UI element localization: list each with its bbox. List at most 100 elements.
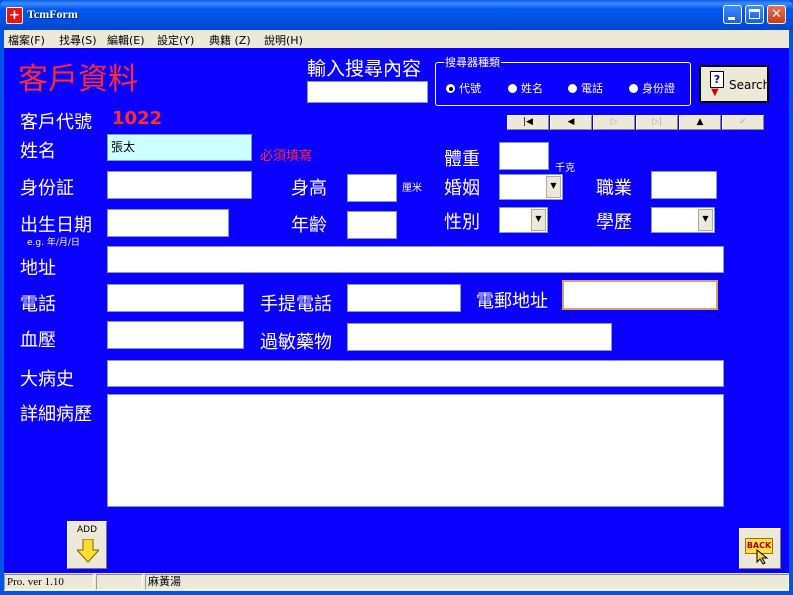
add-label: ADD [76,525,98,535]
nav-prev-button[interactable]: ◀ [550,115,592,130]
required-note: 必須填寫 [260,149,313,164]
radio-label: 代號 [459,82,481,95]
radio-dot-selected [446,84,455,93]
menu-help[interactable]: 說明(H) [264,32,303,48]
radio-dot [629,84,638,93]
email-input[interactable] [562,280,718,310]
blood-pressure-input[interactable] [107,321,244,349]
radio-dot [508,84,517,93]
address-label: 地址 [20,258,56,279]
radio-search-phone[interactable]: 電話 [568,80,603,96]
search-input[interactable] [307,81,428,103]
minimize-icon [728,17,735,20]
minimize-button[interactable] [723,5,742,24]
maximize-icon [749,9,760,19]
sex-select[interactable]: ▼ [499,207,548,233]
close-icon: ✕ [771,7,782,22]
page-title: 客戶資料 [18,62,138,97]
address-input[interactable] [107,246,724,273]
blood-pressure-label: 血壓 [20,330,56,351]
title-bar[interactable]: + TcmForm ✕ [0,0,793,30]
customer-id-value: 1022 [112,108,163,129]
age-input[interactable] [347,211,397,239]
menu-settings[interactable]: 設定(Y) [157,32,194,48]
phone-input[interactable] [107,284,244,312]
help-search-icon: ? [710,71,724,88]
dropdown-arrow-icon: ▼ [698,209,713,231]
history-label: 詳細病歷 [20,404,92,425]
name-input[interactable]: 張太 [107,134,252,161]
nav-first-button[interactable]: |◀ [507,115,549,130]
radio-label: 姓名 [521,82,543,95]
allergy-input[interactable] [347,323,612,351]
name-label: 姓名 [20,141,56,162]
nav-up-button[interactable]: ▲ [679,115,721,130]
back-button[interactable]: BACK [739,528,781,569]
search-button-label: Search [729,78,771,92]
close-button[interactable]: ✕ [767,5,786,24]
menu-file[interactable]: 檔案(F) [8,32,45,48]
status-user: 麻黃湯 [145,574,789,590]
dropdown-arrow-icon: ▼ [546,176,561,198]
arrow-down-icon [77,539,99,563]
status-middle [96,574,143,590]
radio-search-name[interactable]: 姓名 [508,80,543,96]
menu-search[interactable]: 找尋(S) [59,32,97,48]
dropdown-arrow-icon: ▼ [531,209,546,231]
phone-label: 電話 [20,294,56,315]
menu-classics[interactable]: 典籍 (Z) [209,32,251,48]
menu-edit[interactable]: 編輯(E) [107,32,145,48]
birth-hint: e.g. 年/月/日 [27,238,80,248]
nav-next-button[interactable]: ▷ [593,115,635,130]
search-button[interactable]: ? ▼ Search [699,65,771,103]
allergy-label: 過敏藥物 [260,332,332,353]
height-label: 身高 [291,178,327,199]
nav-last-button[interactable]: ▷| [636,115,678,130]
window-title: TcmForm [27,7,78,21]
marital-label: 婚姻 [444,178,480,199]
radio-search-idcard[interactable]: 身份證 [629,80,675,96]
app-icon: + [6,7,23,24]
weight-unit: 千克 [555,163,575,174]
nav-confirm-button[interactable]: ✓ [722,115,764,130]
height-unit: 厘米 [402,183,422,194]
search-type-title: 搜尋器種類 [444,54,501,70]
history-textarea[interactable] [107,394,724,507]
id-card-label: 身份証 [20,178,74,199]
status-bar: Pro. ver 1.10 麻黃湯 [4,573,789,591]
radio-search-id[interactable]: 代號 [446,80,481,96]
age-label: 年齡 [291,215,327,236]
window-frame-right [789,30,793,595]
marital-select[interactable]: ▼ [499,174,563,200]
major-illness-input[interactable] [107,360,724,387]
birth-label: 出生日期 [20,215,92,236]
search-label: 輸入搜尋內容 [307,58,422,80]
weight-label: 體重 [444,149,480,170]
app-window: + TcmForm ✕ 檔案(F) 找尋(S) 編輯(E) 設定(Y) 典籍 (… [0,0,793,595]
sex-label: 性別 [444,212,480,233]
mobile-label: 手提電話 [260,294,332,315]
radio-label: 身份證 [642,82,675,95]
search-type-group: 搜尋器種類 代號 姓名 電話 身份證 [435,54,691,106]
occupation-input[interactable] [651,171,717,199]
menu-bar: 檔案(F) 找尋(S) 編輯(E) 設定(Y) 典籍 (Z) 說明(H) [4,30,789,48]
education-label: 學歷 [596,212,632,233]
mobile-input[interactable] [347,284,461,312]
radio-label: 電話 [581,82,603,95]
education-select[interactable]: ▼ [651,207,715,233]
major-illness-label: 大病史 [20,369,74,390]
customer-form: 客戶資料 輸入搜尋內容 搜尋器種類 代號 姓名 電話 身份證 ? ▼ Searc… [4,48,789,573]
radio-dot [568,84,577,93]
occupation-label: 職業 [596,178,632,199]
birth-input[interactable] [107,209,229,237]
cursor-icon [756,549,769,565]
id-card-input[interactable] [107,171,252,199]
arrow-down-icon: ▼ [711,87,719,98]
height-input[interactable] [347,174,397,202]
maximize-button[interactable] [745,5,764,24]
status-version: Pro. ver 1.10 [4,574,94,590]
weight-input[interactable] [499,142,549,170]
email-label: 電郵地址 [476,291,548,312]
add-button[interactable]: ADD [67,521,107,569]
customer-id-label: 客戶代號 [20,112,92,133]
